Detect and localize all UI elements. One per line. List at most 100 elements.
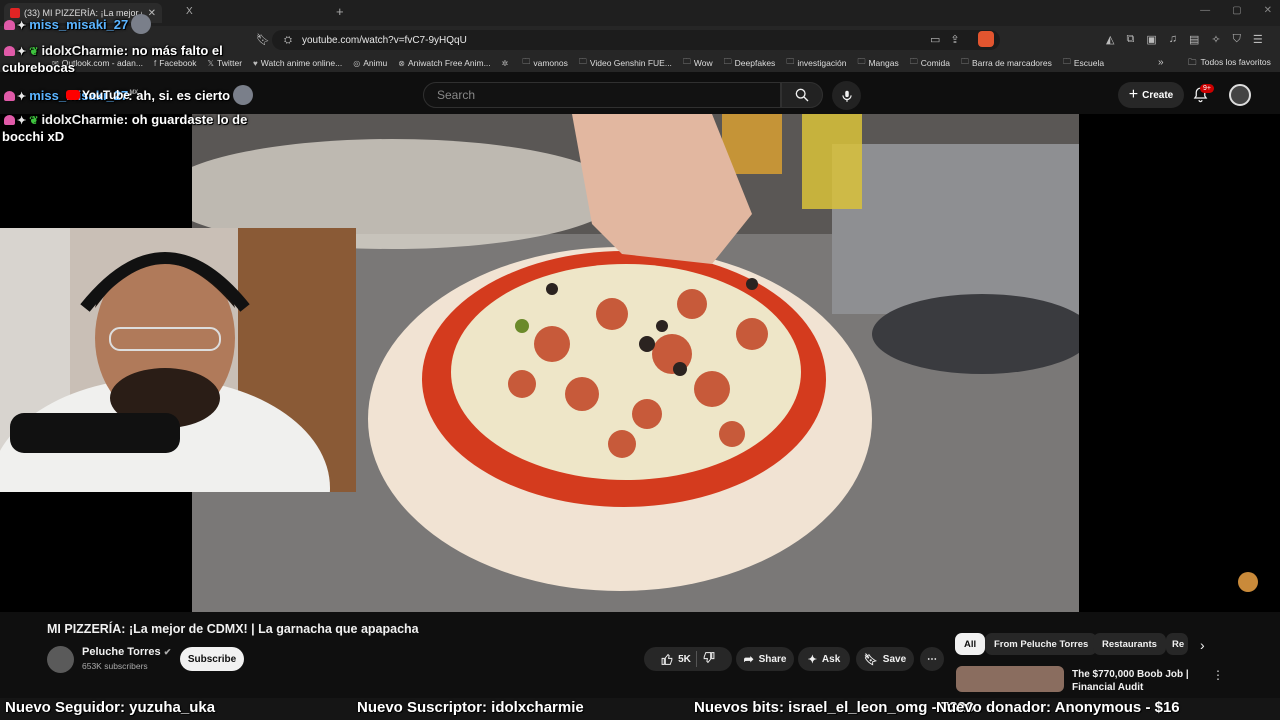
bookmarks-overflow-icon[interactable]: » — [1158, 57, 1164, 68]
bookmark-item[interactable]: ♥ Watch anime online... — [253, 58, 342, 68]
ticker-new-donor: Nuevo donador: Anonymous - $16 — [936, 699, 1180, 716]
bookmark-item[interactable]: ◎ Animu — [353, 58, 387, 68]
bookmark-item[interactable]: 🗀︎ vamonos — [522, 56, 568, 70]
bookmark-page-icon[interactable]: 🔖︎ — [256, 33, 270, 46]
search-button[interactable] — [781, 82, 823, 108]
chip-all[interactable]: All — [955, 633, 986, 655]
bookmark-label: Animu — [363, 58, 388, 68]
chip-restaurants[interactable]: Restaurants — [1093, 633, 1166, 655]
channel-name[interactable]: Peluche Torres ✔ — [82, 646, 171, 658]
bookmark-item[interactable]: ✲ — [502, 59, 512, 68]
sidebar-icon[interactable]: ▣ — [1146, 33, 1156, 46]
minimize-icon[interactable]: — — [1200, 5, 1210, 16]
chat-username[interactable]: miss_misaki_27 — [29, 17, 128, 32]
new-tab-button[interactable]: + — [336, 4, 344, 19]
subscriber-badge-icon — [4, 91, 15, 101]
bookmark-label: Deepfakes — [734, 58, 776, 68]
leo-icon[interactable]: ✧ — [1211, 33, 1220, 46]
like-dislike-group: 5K — [644, 647, 732, 671]
bookmark-item[interactable]: 🗀︎ Wow — [683, 56, 713, 70]
kebab-menu-icon[interactable]: ⋮ — [1212, 668, 1224, 682]
like-divider — [695, 651, 697, 667]
vpn-icon[interactable]: ⛉ — [1233, 33, 1241, 46]
window-close-icon[interactable]: ✕ — [1264, 5, 1272, 16]
wallet-icon[interactable]: ▤ — [1189, 33, 1199, 46]
voice-search-button[interactable] — [832, 81, 861, 110]
subscribe-button[interactable]: Subscribe — [180, 647, 244, 671]
thumbs-up-icon — [661, 653, 673, 665]
folder-icon: 🗀︎ — [1188, 57, 1197, 67]
folder-icon: 🗀︎ — [909, 57, 918, 66]
extensions-icon[interactable]: ⧉ — [1126, 33, 1134, 46]
dislike-button[interactable] — [702, 651, 715, 667]
chat-username[interactable]: idolxCharmie — [41, 43, 123, 58]
screen-icon[interactable]: ▭ — [930, 33, 940, 46]
star-badge-icon: ✦ — [17, 46, 27, 58]
globe-icon: ◎ — [353, 58, 361, 68]
site-info-icon[interactable]: ⛭ — [284, 35, 292, 46]
more-actions-button[interactable]: ⋯ — [920, 647, 944, 671]
subscriber-badge-icon — [4, 46, 15, 56]
ticker-new-follower: Nuevo Seguidor: yuzuha_uka — [5, 699, 216, 716]
chevron-right-icon[interactable]: › — [1200, 637, 1205, 653]
channel-name-text: Peluche Torres — [82, 646, 161, 658]
star-badge-icon: ✦ — [17, 91, 27, 103]
chat-text: : ah, si. es cierto — [128, 88, 231, 103]
save-button[interactable]: 🔖︎ Save — [856, 647, 914, 671]
all-bookmarks-folder[interactable]: 🗀︎ Todos los favoritos — [1188, 57, 1271, 71]
menu-icon[interactable]: ☰ — [1253, 33, 1263, 46]
share-button[interactable]: ➦ Share — [736, 647, 794, 671]
address-bar[interactable]: ⛭ youtube.com/watch?v=fvC7-9yHQqU — [272, 30, 1000, 50]
create-button[interactable]: + Create — [1118, 82, 1184, 108]
streamer-webcam-image — [0, 228, 356, 492]
bookmark-item[interactable]: ⊗ Aniwatch Free Anim... — [398, 58, 490, 68]
rewards-icon[interactable]: ◭ — [1106, 33, 1114, 46]
bookmark-item[interactable]: 🗀︎ Mangas — [857, 56, 898, 70]
brave-shields-icon[interactable] — [978, 31, 994, 47]
bookmark-item[interactable]: 🗀︎ Video Genshin FUE... — [579, 56, 672, 70]
youtube-logo-text: YouTube — [82, 88, 130, 102]
youtube-play-icon — [66, 90, 80, 100]
chat-username[interactable]: idolxCharmie — [41, 112, 123, 127]
chat-text: : oh guardaste lo de — [123, 112, 248, 127]
music-icon[interactable]: ♫ — [1169, 33, 1177, 46]
leaf-badge-icon: ❦ — [29, 115, 39, 127]
share-page-icon[interactable]: ⇪ — [950, 33, 959, 46]
bookmark-label: Escuela — [1073, 58, 1105, 68]
burger-emote-icon — [1238, 572, 1258, 592]
youtube-logo[interactable]: YouTubeMX — [66, 88, 138, 102]
bookmark-label: Barra de marcadores — [972, 58, 1052, 68]
recommendation-thumbnail[interactable] — [956, 666, 1064, 692]
more-dots-icon: ⋯ — [927, 653, 937, 665]
bookmark-item[interactable]: 🗀︎ Comida — [910, 56, 950, 70]
address-bar-actions: ▭ ⇪ — [930, 33, 960, 46]
bookmark-item[interactable]: 🗀︎ investigación — [786, 56, 846, 70]
bookmark-label: vamonos — [533, 58, 568, 68]
channel-avatar[interactable] — [47, 646, 74, 673]
star-badge-icon: ✦ — [17, 20, 27, 32]
chip-partial[interactable]: Re — [1166, 633, 1188, 655]
maximize-icon[interactable]: ▢ — [1232, 5, 1241, 16]
video-title: MI PIZZERÍA: ¡La mejor de CDMX! | La gar… — [47, 622, 419, 636]
ask-button[interactable]: ✦ Ask — [798, 647, 850, 671]
chip-from-channel[interactable]: From Peluche Torres — [985, 633, 1098, 655]
bookmark-item[interactable]: 🗀︎ Deepfakes — [724, 56, 776, 70]
ticker-new-bits: Nuevos bits: israel_el_leon_omg - 7320 — [694, 699, 975, 716]
tab-close-icon[interactable]: X — [186, 6, 193, 17]
notification-badge: 9+ — [1200, 84, 1214, 93]
chat-text: : no más falto el — [123, 43, 223, 58]
recommendation-title[interactable]: The $770,000 Boob Job | Financial Audit — [1072, 668, 1202, 694]
folder-icon: 🗀︎ — [786, 57, 795, 66]
bookmark-label: Mangas — [868, 58, 899, 68]
bookmark-item[interactable]: 🗀︎ Escuela — [1063, 56, 1104, 70]
account-avatar[interactable] — [1229, 84, 1251, 106]
bookmark-label: Watch anime online... — [260, 58, 343, 68]
folder-icon: 🗀︎ — [578, 57, 587, 66]
youtube-region: MX — [129, 90, 138, 96]
search-input[interactable]: Search — [423, 82, 781, 108]
bookmark-item[interactable]: 🗀︎ Barra de marcadores — [961, 56, 1052, 70]
like-button[interactable]: 5K — [661, 653, 691, 666]
subscriber-count: 653K subscribers — [82, 661, 148, 671]
bookmark-label: Video Genshin FUE... — [589, 58, 672, 68]
save-label: Save — [882, 653, 907, 665]
